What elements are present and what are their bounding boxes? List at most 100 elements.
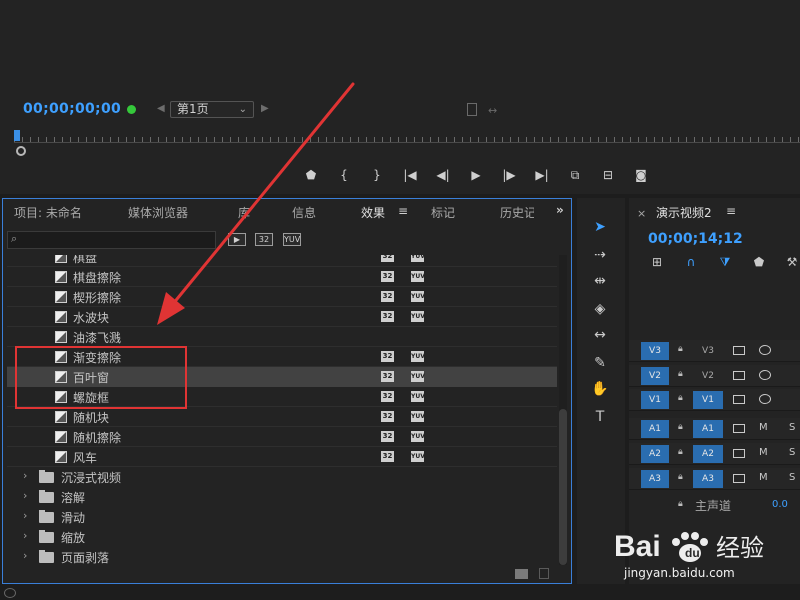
compare-icon[interactable]: ↔: [488, 104, 497, 117]
audio-track-a1[interactable]: A1 🔒︎ A1 M S: [629, 418, 800, 440]
prev-page-icon[interactable]: ◀: [157, 103, 165, 114]
tab-project[interactable]: 项目: 未命名: [14, 204, 82, 221]
mute-button[interactable]: M: [759, 472, 768, 483]
folder-row[interactable]: › 滑动: [7, 507, 557, 527]
track-target[interactable]: V1: [693, 391, 723, 409]
chevron-right-icon[interactable]: ›: [23, 489, 27, 502]
step-back-icon[interactable]: ◀|: [432, 165, 454, 185]
source-patch[interactable]: A1: [641, 420, 669, 438]
mark-out-icon[interactable]: }: [366, 165, 388, 185]
eye-icon[interactable]: [759, 345, 771, 355]
mute-button[interactable]: M: [759, 422, 768, 433]
master-volume-value[interactable]: 0.0: [772, 499, 788, 510]
audio-track-a3[interactable]: A3 🔒︎ A3 M S: [629, 468, 800, 490]
audio-track-a2[interactable]: A2 🔒︎ A2 M S: [629, 443, 800, 465]
mark-in-icon[interactable]: {: [333, 165, 355, 185]
tab-media-browser[interactable]: 媒体浏览器: [128, 204, 188, 221]
panel-menu-icon[interactable]: ≡: [726, 204, 736, 218]
export-frame-icon[interactable]: ◙: [630, 165, 652, 185]
track-target[interactable]: A1: [693, 420, 723, 438]
nest-icon[interactable]: ⊞: [649, 254, 665, 270]
lock-icon[interactable]: 🔒︎: [678, 369, 687, 381]
go-to-out-icon[interactable]: ▶|: [531, 165, 553, 185]
slip-tool-icon[interactable]: ↔: [589, 324, 611, 346]
linked-selection-icon[interactable]: ⧩: [717, 254, 733, 270]
snap-icon[interactable]: ∩: [683, 254, 699, 270]
new-bin-icon[interactable]: [515, 569, 528, 579]
sync-lock-icon[interactable]: [733, 395, 745, 404]
lock-icon[interactable]: 🔒︎: [678, 447, 687, 459]
safe-margins-icon[interactable]: [467, 103, 477, 116]
eye-icon[interactable]: [759, 394, 771, 404]
solo-button[interactable]: S: [789, 447, 795, 458]
folder-row[interactable]: › 缩放: [7, 527, 557, 547]
mute-button[interactable]: M: [759, 447, 768, 458]
track-select-tool-icon[interactable]: ⇢: [589, 244, 611, 266]
sequence-timecode[interactable]: 00;00;14;12: [648, 231, 743, 247]
wrench-icon[interactable]: ⚒: [784, 254, 800, 270]
folder-row[interactable]: › 沉浸式视频: [7, 467, 557, 487]
track-target[interactable]: V3: [693, 342, 723, 360]
ripple-edit-tool-icon[interactable]: ⇹: [589, 270, 611, 292]
hand-tool-icon[interactable]: ✋: [589, 378, 611, 400]
list-item[interactable]: 棋盘 32 YUV: [7, 255, 557, 267]
32bit-filter-icon[interactable]: 32: [255, 233, 273, 246]
more-tabs-icon[interactable]: »: [556, 203, 564, 217]
chevron-right-icon[interactable]: ›: [23, 549, 27, 562]
tab-info[interactable]: 信息: [292, 204, 316, 221]
selection-tool-icon[interactable]: ➤: [589, 216, 611, 238]
list-item[interactable]: 棋盘擦除 32 YUV: [7, 267, 557, 287]
trash-icon[interactable]: [539, 568, 549, 579]
tab-markers[interactable]: 标记: [431, 204, 455, 221]
track-target[interactable]: A3: [693, 470, 723, 488]
tab-library[interactable]: 库: [238, 204, 250, 221]
sync-lock-icon[interactable]: [733, 474, 745, 483]
add-marker-icon[interactable]: ⬟: [751, 254, 767, 270]
sync-lock-icon[interactable]: [733, 371, 745, 380]
video-track-v2[interactable]: V2 🔒︎ V2: [629, 365, 800, 387]
panel-menu-icon[interactable]: ≡: [398, 204, 408, 218]
video-track-v3[interactable]: V3 🔒︎ V3: [629, 340, 800, 362]
sync-lock-icon[interactable]: [733, 449, 745, 458]
track-target[interactable]: V2: [693, 367, 723, 385]
type-tool-icon[interactable]: T: [589, 406, 611, 428]
sync-lock-icon[interactable]: [733, 424, 745, 433]
list-item[interactable]: 随机块 32 YUV: [7, 407, 557, 427]
list-item[interactable]: 风车 32 YUV: [7, 447, 557, 467]
source-patch[interactable]: V2: [641, 367, 669, 385]
folder-row[interactable]: › 溶解: [7, 487, 557, 507]
razor-tool-icon[interactable]: ◈: [589, 298, 611, 320]
sync-lock-icon[interactable]: [733, 346, 745, 355]
pen-tool-icon[interactable]: ✎: [589, 352, 611, 374]
next-page-icon[interactable]: ▶: [261, 103, 269, 114]
video-track-v1[interactable]: V1 🔒︎ V1: [629, 389, 800, 411]
overwrite-icon[interactable]: ⊟: [597, 165, 619, 185]
list-item[interactable]: 楔形擦除 32 YUV: [7, 287, 557, 307]
lock-icon[interactable]: 🔒︎: [678, 393, 687, 405]
step-forward-icon[interactable]: |▶: [498, 165, 520, 185]
solo-button[interactable]: S: [789, 472, 795, 483]
solo-button[interactable]: S: [789, 422, 795, 433]
scrollbar-thumb[interactable]: [559, 409, 567, 565]
list-item[interactable]: 油漆飞溅: [7, 327, 557, 347]
lock-icon[interactable]: 🔒︎: [678, 344, 687, 356]
track-target[interactable]: A2: [693, 445, 723, 463]
time-ruler[interactable]: [14, 130, 800, 154]
lock-icon[interactable]: 🔒︎: [678, 422, 687, 434]
lock-icon[interactable]: 🔒︎: [678, 472, 687, 484]
effects-search-input[interactable]: [7, 231, 216, 249]
source-patch[interactable]: A3: [641, 470, 669, 488]
go-to-in-icon[interactable]: |◀: [399, 165, 421, 185]
chevron-right-icon[interactable]: ›: [23, 469, 27, 482]
tab-effects[interactable]: 效果: [361, 204, 385, 221]
source-patch[interactable]: V3: [641, 342, 669, 360]
chevron-right-icon[interactable]: ›: [23, 509, 27, 522]
lock-icon[interactable]: 🔒︎: [678, 499, 683, 509]
tab-history[interactable]: 历史记录: [500, 204, 534, 221]
folder-row[interactable]: › 页面剥落: [7, 547, 557, 567]
insert-icon[interactable]: ⧉: [564, 165, 586, 185]
sequence-tab[interactable]: 演示视频2: [656, 204, 712, 221]
play-icon[interactable]: ▶: [465, 165, 487, 185]
close-icon[interactable]: ×: [637, 207, 646, 220]
source-patch[interactable]: V1: [641, 391, 669, 409]
